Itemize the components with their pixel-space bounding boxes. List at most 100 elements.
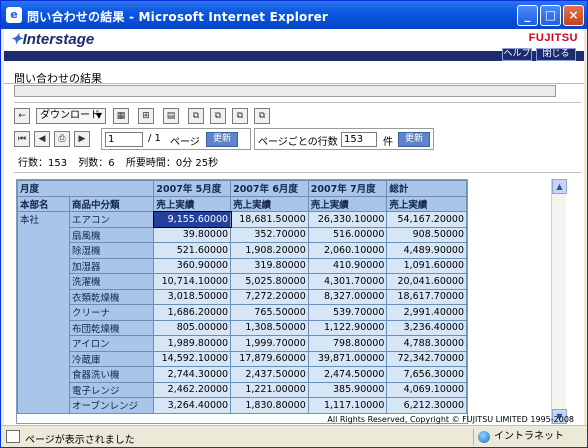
value-cell[interactable]: 539.70000: [307, 304, 388, 321]
value-cell[interactable]: 3,018.50000: [153, 288, 232, 305]
value-cell[interactable]: 1,989.80000: [153, 335, 232, 352]
value-cell[interactable]: 18,617.70000: [386, 288, 467, 305]
value-cell[interactable]: 765.50000: [230, 304, 309, 321]
value-cell[interactable]: 72,342.70000: [386, 350, 467, 367]
value-cell[interactable]: 54,167.20000: [386, 211, 467, 228]
page-update-button[interactable]: 更新: [206, 132, 238, 147]
title-bar: e 問い合わせの結果 - Microsoft Internet Explorer…: [1, 1, 587, 29]
value-cell[interactable]: 1,308.50000: [230, 319, 309, 336]
divider: [14, 172, 581, 173]
value-cell[interactable]: 39.80000: [153, 226, 232, 243]
first-page-icon[interactable]: ⏮: [14, 131, 30, 147]
category-cell: 加湿器: [69, 257, 155, 274]
value-cell[interactable]: 4,069.10000: [386, 381, 467, 398]
value-cell[interactable]: 1,999.70000: [230, 335, 309, 352]
value-cell[interactable]: 2,060.10000: [307, 242, 388, 259]
header-sales: 売上実績: [230, 195, 309, 212]
value-cell[interactable]: 26,330.10000: [307, 211, 388, 228]
header-month-5[interactable]: 2007年 5月度: [153, 180, 232, 197]
copy-icon[interactable]: ⧉: [232, 108, 248, 124]
table-row: オーブンレンジ 3,264.40000 1,830.80000 1,117.10000…: [18, 397, 467, 414]
value-cell[interactable]: 385.90000: [307, 381, 388, 398]
help-button[interactable]: ヘルプ: [502, 48, 532, 61]
value-cell[interactable]: 352.70000: [230, 226, 309, 243]
value-cell[interactable]: 410.90000: [307, 257, 388, 274]
export-icon[interactable]: ▤: [163, 108, 179, 124]
header-total[interactable]: 総計: [386, 180, 467, 197]
copyright: All Rights Reserved, Copyright © FUJITSU…: [327, 415, 574, 424]
nav-bar: [4, 51, 584, 61]
header-month-6[interactable]: 2007年 6月度: [230, 180, 309, 197]
value-cell[interactable]: 8,327.00000: [307, 288, 388, 305]
value-cell[interactable]: 10,714.10000: [153, 273, 232, 290]
value-cell[interactable]: 7,656.30000: [386, 366, 467, 383]
rows-update-button[interactable]: 更新: [398, 132, 430, 147]
minimize-button[interactable]: _: [517, 5, 538, 26]
table-row: クリーナ 1,686.20000 765.50000 539.70000 2,991.4…: [18, 304, 467, 321]
value-cell[interactable]: 17,879.60000: [230, 350, 309, 367]
value-cell[interactable]: 360.90000: [153, 257, 232, 274]
value-cell[interactable]: 39,871.00000: [307, 350, 388, 367]
value-cell[interactable]: 4,788.30000: [386, 335, 467, 352]
value-cell[interactable]: 2,474.50000: [307, 366, 388, 383]
browser-window: e 問い合わせの結果 - Microsoft Internet Explorer…: [0, 0, 588, 448]
value-cell[interactable]: 2,462.20000: [153, 381, 232, 398]
value-cell[interactable]: 1,686.20000: [153, 304, 232, 321]
pager-box: 1 / 1 ページ 更新: [101, 128, 251, 150]
header-month-7[interactable]: 2007年 7月度: [307, 180, 388, 197]
value-cell[interactable]: 3,236.40000: [386, 319, 467, 336]
value-cell[interactable]: 2,437.50000: [230, 366, 309, 383]
value-cell[interactable]: 1,830.80000: [230, 397, 309, 414]
value-cell[interactable]: 1,122.90000: [307, 319, 388, 336]
copy-icon[interactable]: ⧉: [254, 108, 270, 124]
download-dropdown[interactable]: ダウンロード ▼: [36, 108, 106, 124]
copy-icon[interactable]: ⧉: [210, 108, 226, 124]
next-page-icon[interactable]: ▶: [74, 131, 90, 147]
rows-unit: 件: [383, 137, 393, 148]
value-cell[interactable]: 6,212.30000: [386, 397, 467, 414]
value-cell[interactable]: 7,272.20000: [230, 288, 309, 305]
value-cell[interactable]: 3,264.40000: [153, 397, 232, 414]
rows-per-page-input[interactable]: 153: [341, 132, 377, 147]
close-window-button[interactable]: ×: [563, 5, 584, 26]
value-cell[interactable]: 9,155.60000: [152, 210, 232, 228]
value-cell[interactable]: 908.50000: [386, 226, 467, 243]
value-cell[interactable]: 805.00000: [153, 319, 232, 336]
table-row: 本社 エアコン 9,155.60000 18,681.50000 26,330.1000…: [17, 210, 467, 414]
value-cell[interactable]: 2,744.30000: [153, 366, 232, 383]
chart-icon[interactable]: ▦: [113, 108, 129, 124]
value-cell[interactable]: 1,091.60000: [386, 257, 467, 274]
value-cell[interactable]: 319.80000: [230, 257, 309, 274]
value-cell[interactable]: 1,117.10000: [307, 397, 388, 414]
print-icon[interactable]: ⎙: [54, 131, 70, 147]
page-number-input[interactable]: 1: [105, 132, 143, 147]
value-cell[interactable]: 521.60000: [153, 242, 232, 259]
value-cell[interactable]: 20,041.60000: [386, 273, 467, 290]
back-icon[interactable]: ←: [14, 108, 30, 124]
close-page-button[interactable]: 閉じる: [536, 48, 576, 61]
value-cell[interactable]: 798.80000: [307, 335, 388, 352]
header-dept[interactable]: 本部名: [17, 195, 71, 212]
value-cell[interactable]: 2,991.40000: [386, 304, 467, 321]
copy-icon[interactable]: ⧉: [188, 108, 204, 124]
value-cell[interactable]: 18,681.50000: [230, 211, 309, 228]
value-cell[interactable]: 4,301.70000: [307, 273, 388, 290]
scroll-up-icon[interactable]: ▲: [552, 179, 567, 194]
value-cell[interactable]: 4,489.90000: [386, 242, 467, 259]
category-cell: クリーナ: [69, 304, 155, 321]
prev-page-icon[interactable]: ◀: [34, 131, 50, 147]
category-cell: 除湿機: [69, 242, 155, 259]
rows-per-page-label: ページごとの行数: [258, 137, 338, 148]
header-category[interactable]: 商品中分類: [69, 195, 155, 212]
vertical-scrollbar[interactable]: ▲ ▼: [551, 179, 567, 424]
value-cell[interactable]: 14,592.10000: [153, 350, 232, 367]
page-content: ✦Interstage FUJITSU ヘルプ 閉じる 問い合わせの結果 ← ダ…: [4, 29, 584, 425]
value-cell[interactable]: 1,908.20000: [230, 242, 309, 259]
value-cell[interactable]: 1,221.00000: [230, 381, 309, 398]
maximize-button[interactable]: □: [540, 5, 561, 26]
preview-icon[interactable]: ⊞: [138, 108, 154, 124]
value-cell[interactable]: 516.00000: [307, 226, 388, 243]
table-row: 洗濯機 10,714.10000 5,025.80000 4,301.70000 20,…: [18, 273, 467, 290]
value-cell[interactable]: 5,025.80000: [230, 273, 309, 290]
category-cell: 衣類乾燥機: [69, 288, 155, 305]
